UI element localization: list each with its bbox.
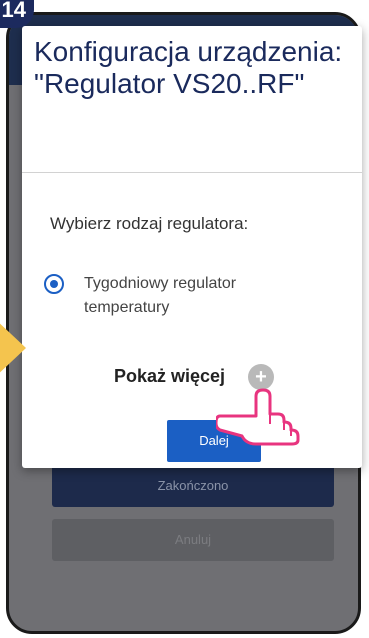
regulator-type-prompt: Wybierz rodzaj regulatora: [50,214,249,233]
config-dialog: Konfiguracja urządzenia: "Regulator VS20… [22,26,362,468]
hand-pointer-icon [216,388,300,446]
option-label: Tygodniowy regulator temperatury [84,275,237,316]
radio-button[interactable] [44,274,64,294]
show-more-label: Pokaż więcej [114,366,226,386]
arrow-right-icon [0,318,26,378]
finish-button[interactable]: Zakończono [52,465,334,507]
divider [22,172,362,173]
cancel-button[interactable]: Anuluj [52,519,334,561]
dialog-title: Konfiguracja urządzenia: "Regulator VS20… [34,36,343,99]
radio-dot [50,280,58,288]
